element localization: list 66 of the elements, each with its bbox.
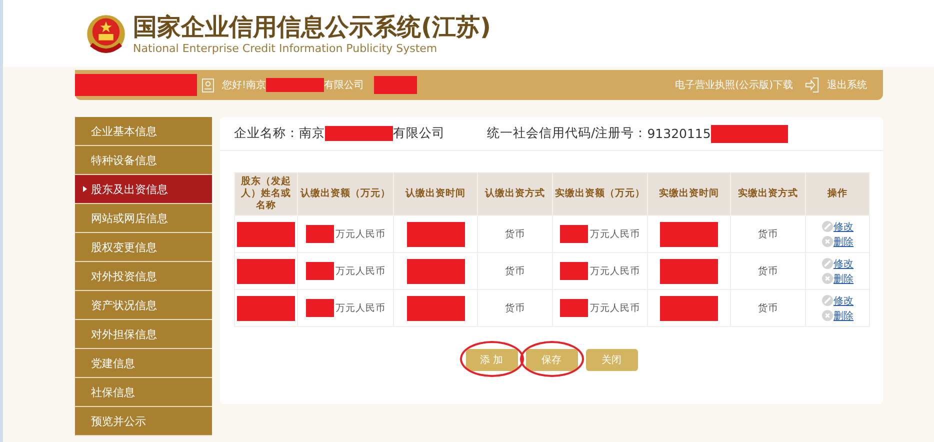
table-cell: 货币 bbox=[758, 302, 778, 314]
edit-link[interactable]: 修改 bbox=[834, 220, 854, 234]
delete-icon bbox=[822, 310, 832, 321]
credit-code-text: 91320115 bbox=[647, 126, 711, 141]
delete-link[interactable]: 删除 bbox=[834, 308, 854, 322]
greeting-text: 您好!南京 bbox=[222, 78, 266, 92]
edit-link[interactable]: 修改 bbox=[834, 294, 854, 308]
delete-icon bbox=[822, 236, 832, 247]
table-cell: 货币 bbox=[505, 228, 525, 240]
delete-icon bbox=[822, 273, 832, 284]
redaction-mark bbox=[325, 126, 393, 141]
company-name-text: 有限公司 bbox=[393, 125, 445, 142]
table-cell: 万元人民币 bbox=[590, 302, 640, 314]
action-button[interactable]: 保存 bbox=[526, 349, 578, 371]
table-cell: 万元人民币 bbox=[590, 264, 640, 278]
emblem-icon bbox=[85, 12, 127, 54]
delete-link[interactable]: 删除 bbox=[834, 272, 854, 286]
greeting-text: 有限公司 bbox=[324, 79, 364, 92]
license-download-link[interactable]: 电子营业执照(公示版)下载 bbox=[675, 78, 793, 92]
column-header: 股东（发起人）姓名或名称 bbox=[234, 172, 298, 216]
edit-link[interactable]: 修改 bbox=[834, 256, 854, 270]
table-cell: 货币 bbox=[758, 264, 778, 278]
sidebar-item[interactable]: 股东及出资信息 bbox=[75, 175, 212, 204]
sidebar-item[interactable]: 股权变更信息 bbox=[75, 233, 212, 262]
table-cell: 货币 bbox=[505, 264, 525, 278]
company-name-label: 企业名称： bbox=[234, 125, 299, 142]
pencil-icon bbox=[822, 221, 832, 232]
sidebar-item[interactable]: 党建信息 bbox=[75, 349, 212, 378]
table-cell: 万元人民币 bbox=[336, 302, 386, 314]
table-cell: 万元人民币 bbox=[336, 228, 386, 240]
table-cell: 万元人民币 bbox=[590, 228, 640, 240]
column-header: 认缴出资额（万元） bbox=[298, 172, 394, 216]
sidebar-item[interactable]: 对外投资信息 bbox=[75, 262, 212, 291]
column-header: 认缴出资时间 bbox=[394, 172, 478, 216]
logout-icon bbox=[805, 77, 819, 93]
site-title: 国家企业信用信息公示系统(江苏) bbox=[133, 12, 491, 42]
column-header: 实缴出资时间 bbox=[648, 172, 730, 216]
sidebar-item[interactable]: 资产状况信息 bbox=[75, 291, 212, 320]
sidebar-item[interactable]: 社保信息 bbox=[75, 378, 212, 407]
sidebar-item[interactable]: 预览并公示 bbox=[75, 407, 212, 436]
sidebar-item[interactable]: 网站或网店信息 bbox=[75, 204, 212, 233]
delete-link[interactable]: 删除 bbox=[834, 234, 854, 248]
user-icon bbox=[202, 78, 214, 92]
sidebar-item[interactable]: 企业基本信息 bbox=[75, 117, 212, 146]
company-name-text: 南京 bbox=[299, 125, 325, 142]
credit-code-label: 统一社会信用代码/注册号： bbox=[487, 125, 648, 142]
sidebar-item[interactable]: 对外担保信息 bbox=[75, 320, 212, 349]
column-header: 实缴出资方式 bbox=[730, 172, 806, 216]
sidebar-item[interactable]: 特种设备信息 bbox=[75, 146, 212, 175]
action-button[interactable]: 添 加 bbox=[466, 349, 518, 371]
table-cell: 万元人民币 bbox=[336, 264, 386, 278]
column-header: 操作 bbox=[806, 172, 870, 216]
pencil-icon bbox=[822, 258, 832, 269]
table-cell: 货币 bbox=[505, 302, 525, 314]
table-cell: 货币 bbox=[758, 228, 778, 240]
redaction-mark bbox=[266, 78, 324, 92]
redaction-mark bbox=[75, 74, 135, 96]
redaction-mark bbox=[374, 76, 418, 94]
triangle-icon bbox=[83, 186, 87, 192]
site-subtitle: National Enterprise Credit Information Publicity System bbox=[133, 42, 438, 55]
redaction-mark bbox=[135, 74, 197, 96]
logout-link[interactable]: 退出系统 bbox=[827, 78, 867, 92]
action-button[interactable]: 关闭 bbox=[586, 349, 638, 371]
column-header: 认缴出资方式 bbox=[478, 172, 552, 216]
column-header: 实缴出资额（万元） bbox=[552, 172, 648, 216]
pencil-icon bbox=[822, 295, 832, 306]
